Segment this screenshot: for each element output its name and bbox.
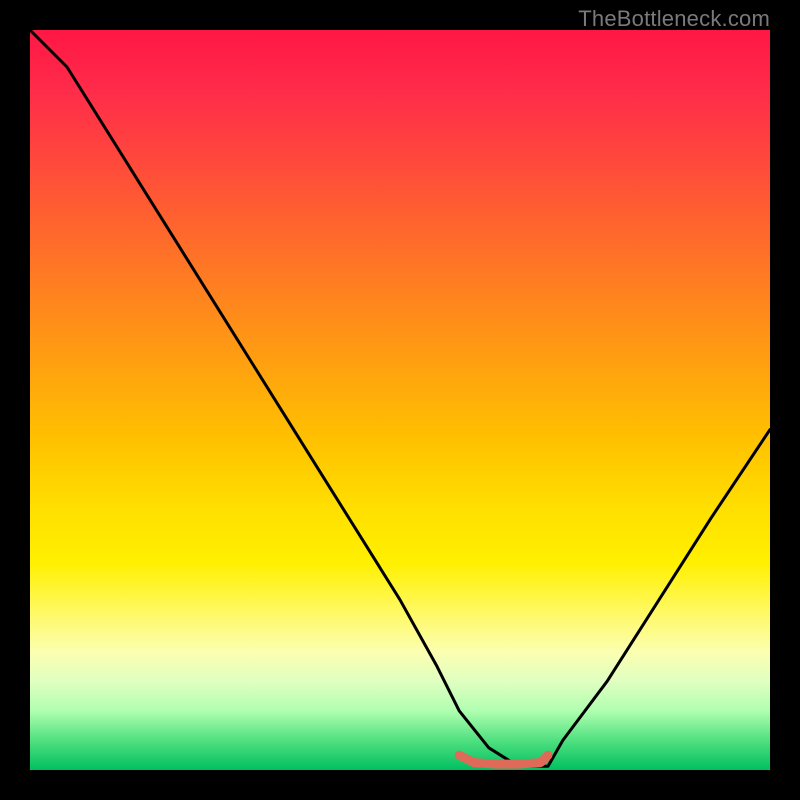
curve-svg [30, 30, 770, 770]
plot-area [30, 30, 770, 770]
bottleneck-curve-path [30, 30, 770, 766]
watermark-text: TheBottleneck.com [578, 6, 770, 32]
